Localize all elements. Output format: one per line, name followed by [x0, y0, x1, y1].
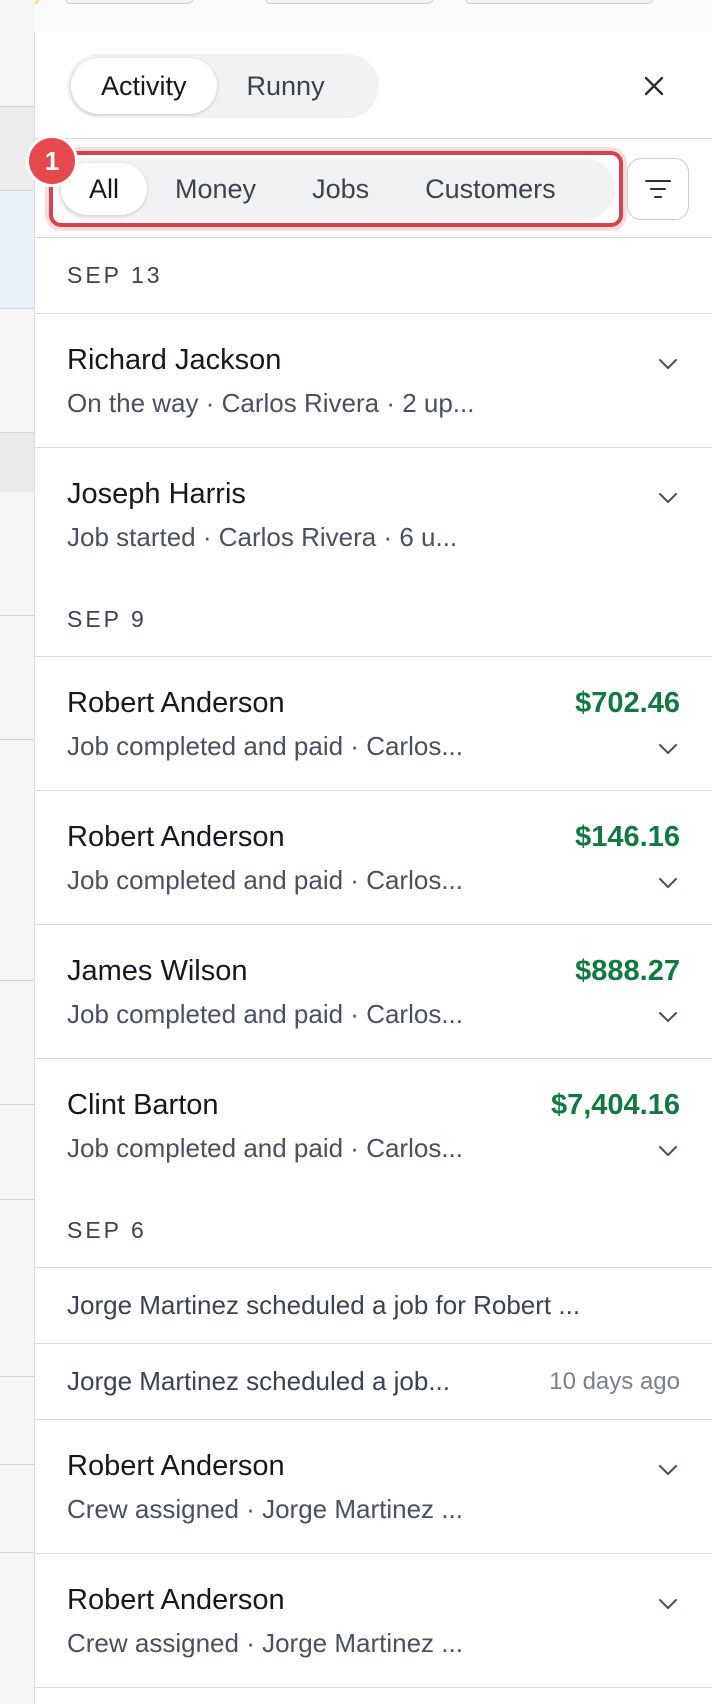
background-row — [0, 1552, 34, 1640]
expand-button[interactable] — [656, 871, 680, 895]
background-row — [0, 432, 34, 492]
annotation-badge: 1 — [26, 135, 78, 187]
background-top-strip — [0, 0, 712, 32]
item-amount: $888.27 — [575, 955, 680, 987]
background-row — [0, 308, 34, 432]
background-row — [0, 1376, 34, 1464]
chevron-down-icon — [659, 1599, 677, 1609]
item-subtitle: Crew assigned · Jorge Martinez ... — [67, 1628, 463, 1658]
background-pill — [64, 0, 194, 4]
item-subtitle: Crew assigned · Jorge Martinez ... — [67, 1494, 463, 1524]
expand-button[interactable] — [656, 1005, 680, 1029]
close-icon — [644, 76, 664, 96]
background-row — [0, 190, 34, 308]
filter-icon — [645, 180, 671, 198]
activity-item[interactable]: Robert Anderson $146.16 Job completed an… — [35, 791, 712, 925]
background-row — [0, 980, 34, 1104]
item-subtitle: Job completed and paid · Carlos... — [67, 865, 463, 895]
item-amount: $702.46 — [575, 687, 680, 719]
background-row — [0, 1464, 34, 1552]
expand-button[interactable] — [656, 1139, 680, 1163]
log-text: Jorge Martinez scheduled a job for Rober… — [67, 1290, 581, 1320]
activity-log-item[interactable]: Jorge Martinez scheduled a job... 10 day… — [35, 1344, 712, 1420]
background-row — [0, 739, 34, 863]
expand-button[interactable] — [656, 737, 680, 761]
activity-log-item[interactable]: Jorge Martinez scheduled a job for Rober… — [35, 1268, 712, 1344]
activity-item[interactable]: Richard Jackson On the way · Carlos Rive… — [35, 314, 712, 448]
log-timestamp: 10 days ago — [549, 1367, 680, 1395]
background-pill — [264, 0, 434, 4]
expand-button[interactable] — [656, 1458, 680, 1482]
panel-header: Activity Runny — [35, 32, 712, 139]
item-name: James Wilson — [67, 955, 248, 987]
activity-panel: Activity Runny All Money Jobs Customers … — [26, 32, 712, 1704]
tab-runny[interactable]: Runny — [217, 58, 355, 114]
expand-button[interactable] — [656, 1592, 680, 1616]
activity-item[interactable]: Robert Anderson $702.46 Job completed an… — [35, 657, 712, 791]
item-subtitle: Job completed and paid · Carlos... — [67, 1133, 463, 1163]
activity-item[interactable]: Joseph Harris Job started · Carlos River… — [35, 448, 712, 582]
background-row — [0, 1199, 34, 1229]
chevron-down-icon — [659, 493, 677, 503]
expand-button[interactable] — [656, 486, 680, 510]
item-name: Robert Anderson — [67, 1584, 285, 1616]
activity-item[interactable]: James Wilson $888.27 Job completed and p… — [35, 925, 712, 1059]
chevron-down-icon — [659, 1465, 677, 1475]
date-header: SEP 9 — [35, 582, 712, 657]
expand-button[interactable] — [656, 352, 680, 376]
activity-item[interactable]: Robert Anderson Crew assigned · Jorge Ma… — [35, 1554, 712, 1688]
item-amount: $7,404.16 — [550, 1089, 680, 1121]
chevron-down-icon — [659, 878, 677, 888]
filter-bar: All Money Jobs Customers 1 — [26, 135, 712, 238]
item-subtitle: On the way · Carlos Rivera · 2 up... — [67, 388, 475, 418]
item-name: Robert Anderson — [67, 1450, 285, 1482]
item-subtitle: Job completed and paid · Carlos... — [67, 999, 463, 1029]
close-button[interactable] — [636, 68, 672, 104]
item-subtitle: Job completed and paid · Carlos... — [67, 731, 463, 761]
view-switcher: Activity Runny — [67, 54, 379, 118]
item-name: Clint Barton — [67, 1089, 219, 1121]
item-subtitle: Job started · Carlos Rivera · 6 u... — [67, 522, 458, 552]
activity-item[interactable]: Clint Barton $7,404.16 Job completed and… — [35, 1059, 712, 1193]
background-row — [0, 615, 34, 739]
activity-item[interactable]: Robert Anderson Crew assigned · Jorge Ma… — [35, 1420, 712, 1554]
chevron-down-icon — [659, 1012, 677, 1022]
item-name: Richard Jackson — [67, 344, 282, 376]
item-name: Joseph Harris — [67, 478, 246, 510]
chevron-down-icon — [659, 359, 677, 369]
filter-button[interactable] — [627, 158, 689, 220]
date-header: SEP 13 — [35, 238, 712, 314]
date-header: SEP 6 — [35, 1193, 712, 1268]
log-text: Jorge Martinez scheduled a job... — [67, 1366, 450, 1396]
background-row — [0, 1104, 34, 1199]
tab-activity[interactable]: Activity — [71, 58, 217, 114]
item-name: Robert Anderson — [67, 821, 285, 853]
item-name: Robert Anderson — [67, 687, 285, 719]
background-pill — [464, 0, 654, 4]
highlight-box — [49, 151, 623, 227]
chevron-down-icon — [659, 744, 677, 754]
chevron-down-icon — [659, 1146, 677, 1156]
background-app — [0, 0, 34, 1704]
item-amount: $146.16 — [575, 821, 680, 853]
